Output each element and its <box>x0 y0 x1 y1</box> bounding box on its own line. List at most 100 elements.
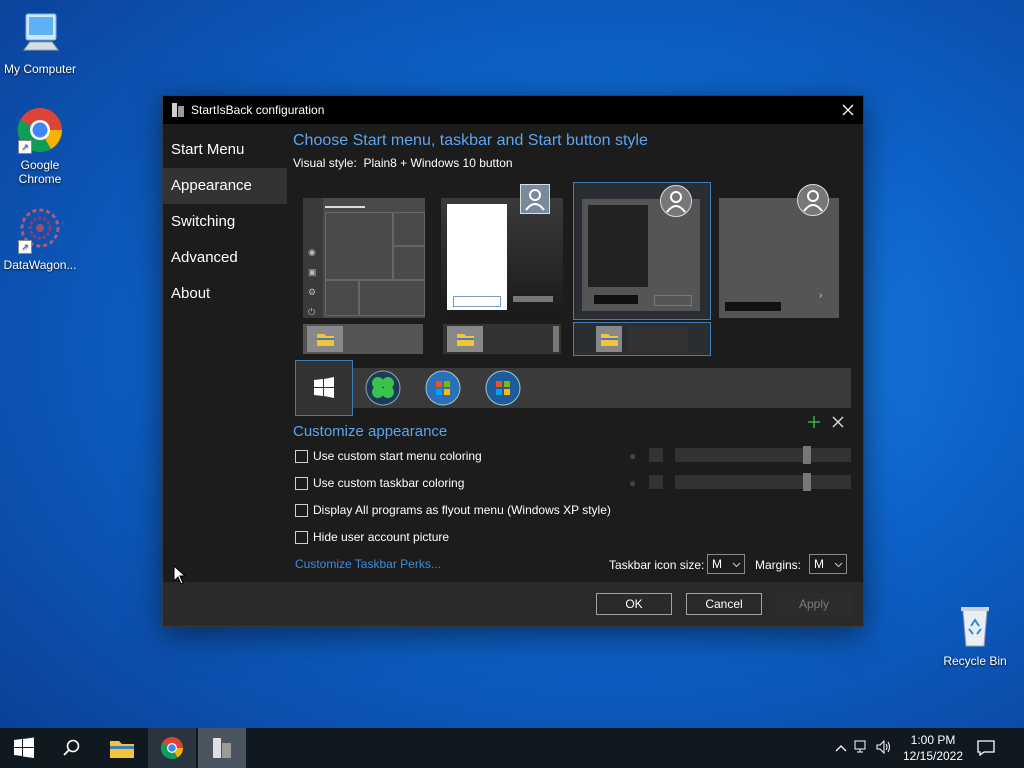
ok-button[interactable]: OK <box>596 593 672 615</box>
margins-value: M <box>814 557 824 571</box>
shortcut-arrow-icon: ↗ <box>18 140 32 154</box>
taskbar-file-explorer[interactable] <box>98 728 146 768</box>
nav-item-appearance[interactable]: Appearance <box>163 168 287 204</box>
slider-thumb[interactable] <box>803 446 811 464</box>
chevron-up-icon[interactable] <box>832 741 850 755</box>
chevron-down-icon <box>834 557 843 571</box>
start-menu-style-windows7[interactable] <box>441 184 563 318</box>
nav-item-start-menu[interactable]: Start Menu <box>163 132 287 168</box>
mouse-cursor-icon <box>173 565 187 585</box>
taskbar: 1:00 PM 12/15/2022 <box>0 728 1024 768</box>
taskbar-color-swatch[interactable] <box>649 475 663 489</box>
checkbox[interactable] <box>295 476 308 490</box>
folder-icon <box>307 326 343 352</box>
start-button-windows7-orb[interactable] <box>425 370 461 406</box>
option-label: Display All programs as flyout menu (Win… <box>313 503 611 517</box>
start-menu-color-swatch[interactable] <box>649 448 663 462</box>
nav-item-advanced[interactable]: Advanced <box>163 240 287 276</box>
network-icon[interactable] <box>850 740 874 757</box>
nav-item-about[interactable]: About <box>163 276 287 312</box>
chrome-icon <box>160 737 183 759</box>
slider-thumb[interactable] <box>803 473 811 491</box>
start-menu-style-plain8[interactable] <box>573 182 711 320</box>
visual-style-line: Visual style: Plain8 + Windows 10 button <box>293 156 853 170</box>
desktop-icon-google-chrome[interactable]: ↗ Google Chrome <box>0 106 80 186</box>
folder-icon <box>596 326 622 352</box>
apply-button[interactable]: Apply <box>776 593 852 615</box>
action-center-button[interactable] <box>964 728 1008 768</box>
checkbox[interactable] <box>295 530 308 544</box>
windows7-orb-icon <box>425 370 461 406</box>
windows-orb-icon <box>485 370 521 406</box>
checkbox[interactable] <box>295 449 308 463</box>
start-button-clover[interactable] <box>365 370 401 406</box>
title-bar[interactable]: StartIsBack configuration <box>163 96 863 124</box>
option-label: Use custom taskbar coloring <box>313 476 465 490</box>
computer-icon <box>16 10 64 58</box>
start-button-windows10[interactable] <box>295 360 353 416</box>
user-avatar-icon <box>520 184 550 214</box>
startisback-app-icon <box>213 738 231 758</box>
clock[interactable]: 1:00 PM 12/15/2022 <box>900 728 966 768</box>
thumb-side-icons: ◉ ▣ ⚙ ⏻ <box>308 247 317 317</box>
desktop-icon-label: DataWagon... <box>3 258 77 272</box>
taskbar-style-1[interactable] <box>303 324 423 354</box>
option-hide-user-picture[interactable]: Hide user account picture <box>295 530 449 544</box>
cancel-button[interactable]: Cancel <box>686 593 762 615</box>
close-button[interactable] <box>833 96 863 124</box>
recycle-bin-icon <box>951 602 999 650</box>
folder-icon <box>110 741 134 758</box>
start-menu-style-plain[interactable]: › <box>719 184 839 318</box>
icon-size-value: M <box>712 557 722 571</box>
remove-style-button[interactable] <box>831 415 845 429</box>
taskbar-chrome[interactable] <box>148 728 196 768</box>
add-style-button[interactable] <box>807 415 821 429</box>
margins-select[interactable]: M <box>809 554 847 574</box>
option-custom-start-menu-coloring[interactable]: Use custom start menu coloring <box>295 449 482 463</box>
start-button[interactable] <box>0 728 48 768</box>
start-menu-opacity-slider[interactable] <box>675 446 851 464</box>
desktop-icon-label: My Computer <box>3 62 77 76</box>
option-custom-taskbar-coloring[interactable]: Use custom taskbar coloring <box>295 476 464 490</box>
volume-icon[interactable] <box>874 739 894 757</box>
drop-icon: ● <box>629 449 637 463</box>
chrome-icon: ↗ <box>16 106 64 154</box>
shortcut-arrow-icon: ↗ <box>18 240 32 254</box>
margins-label: Margins: <box>755 558 802 572</box>
option-label: Use custom start menu coloring <box>313 449 482 463</box>
appearance-content: Choose Start menu, taskbar and Start but… <box>293 132 853 170</box>
desktop-icon-recycle-bin[interactable]: Recycle Bin <box>935 602 1015 668</box>
plus-icon <box>808 416 820 428</box>
datawagon-icon: ↗ <box>16 206 64 254</box>
icon-size-select[interactable]: M <box>707 554 745 574</box>
checkbox[interactable] <box>295 503 308 517</box>
visual-style-value: Plain8 + Windows 10 button <box>363 156 513 170</box>
windows-logo-icon <box>14 737 34 758</box>
option-flyout-all-programs[interactable]: Display All programs as flyout menu (Win… <box>295 503 611 517</box>
taskbar-style-3[interactable] <box>573 322 711 356</box>
startisback-app-icon <box>172 103 184 117</box>
windows-logo-icon <box>314 377 334 398</box>
close-icon <box>832 416 844 428</box>
start-button-windows-orb[interactable] <box>485 370 521 406</box>
icon-size-label: Taskbar icon size: <box>609 558 705 572</box>
visual-style-label: Visual style: <box>293 156 357 170</box>
taskbar-style-2[interactable] <box>443 324 561 354</box>
nav-item-switching[interactable]: Switching <box>163 204 287 240</box>
clover-orb-icon <box>365 370 401 406</box>
taskbar-opacity-slider[interactable] <box>675 473 851 491</box>
desktop-icon-label: Google Chrome <box>18 158 62 186</box>
search-button[interactable] <box>48 728 96 768</box>
dialog-footer: OK Cancel Apply <box>163 582 863 626</box>
desktop-icon-label: Recycle Bin <box>943 654 1007 668</box>
desktop-icon-my-computer[interactable]: My Computer <box>0 10 80 76</box>
start-menu-style-windows10[interactable]: ◉ ▣ ⚙ ⏻ <box>303 198 425 318</box>
user-avatar-icon <box>797 184 829 216</box>
folder-icon <box>447 326 483 352</box>
style-heading: Choose Start menu, taskbar and Start but… <box>293 132 648 149</box>
customize-taskbar-perks-link[interactable]: Customize Taskbar Perks... <box>295 557 441 571</box>
notification-icon <box>977 740 995 756</box>
taskbar-startisback[interactable] <box>198 728 246 768</box>
desktop-icon-datawagon[interactable]: ↗ DataWagon... <box>0 206 80 272</box>
system-tray <box>832 728 894 768</box>
